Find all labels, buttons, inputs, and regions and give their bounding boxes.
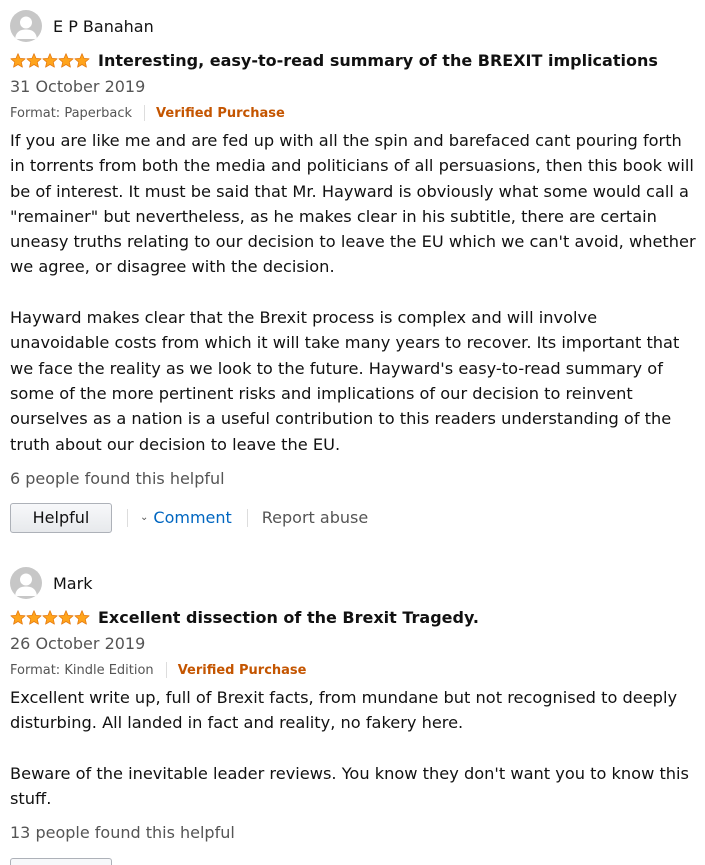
- star-icon: [42, 52, 58, 68]
- star-icon: [58, 609, 74, 625]
- helpful-count: 6 people found this helpful: [10, 468, 225, 488]
- divider: [165, 662, 167, 678]
- review-date: 31 October 2019: [10, 77, 146, 96]
- divider: [144, 105, 146, 121]
- format-row: Format: Kindle Edition Verified Purchase: [10, 657, 700, 683]
- format-link[interactable]: Format: Kindle Edition: [10, 663, 154, 678]
- review-date: 26 October 2019: [10, 634, 146, 653]
- reviewer-profile[interactable]: Mark: [10, 566, 700, 600]
- verified-purchase-badge: Verified Purchase: [156, 105, 285, 121]
- star-icon: [42, 609, 58, 625]
- review-paragraph: Hayward makes clear that the Brexit proc…: [10, 308, 680, 454]
- comment-label[interactable]: Comment: [153, 508, 231, 527]
- star-icon: [26, 609, 42, 625]
- star-rating[interactable]: [10, 609, 90, 625]
- avatar-icon: [10, 10, 42, 42]
- reviewer-name[interactable]: Mark: [53, 574, 92, 593]
- review-paragraph: If you are like me and are fed up with a…: [10, 131, 696, 277]
- helpful-count: 13 people found this helpful: [10, 823, 235, 843]
- divider: [246, 508, 248, 527]
- review-title[interactable]: Interesting, easy-to-read summary of the…: [98, 51, 658, 70]
- reviewer-name[interactable]: E P Banahan: [53, 17, 154, 36]
- star-icon: [10, 52, 26, 68]
- format-row: Format: Paperback Verified Purchase: [10, 100, 700, 126]
- review-paragraph: Excellent write up, full of Brexit facts…: [10, 688, 678, 733]
- star-icon: [26, 52, 42, 68]
- format-link[interactable]: Format: Paperback: [10, 106, 132, 121]
- review-body: If you are like me and are fed up with a…: [10, 128, 700, 457]
- avatar-icon: [10, 567, 42, 599]
- star-icon: [58, 52, 74, 68]
- review: E P Banahan Interesting, easy-to-read su…: [10, 9, 700, 533]
- helpful-button[interactable]: Helpful: [10, 502, 112, 533]
- review-title-row: Interesting, easy-to-read summary of the…: [10, 47, 700, 73]
- comment-link[interactable]: ⌄ Comment: [140, 508, 232, 527]
- review-title-row: Excellent dissection of the Brexit Trage…: [10, 604, 700, 630]
- review: Mark Excellent dissection of the Brexit …: [10, 566, 700, 845]
- divider: [127, 508, 128, 527]
- review-actions: Helpful ⌄ Comment Report abuse: [10, 502, 700, 533]
- star-icon: [10, 609, 26, 625]
- star-rating[interactable]: [10, 52, 90, 68]
- reviewer-profile[interactable]: E P Banahan: [10, 9, 700, 43]
- review-title[interactable]: Excellent dissection of the Brexit Trage…: [98, 608, 479, 627]
- star-icon: [74, 52, 90, 68]
- star-icon: [74, 609, 90, 625]
- report-abuse-link[interactable]: Report abuse: [262, 508, 368, 527]
- chevron-down-icon: ⌄: [140, 512, 149, 524]
- review-paragraph: Beware of the inevitable leader reviews.…: [10, 763, 689, 809]
- verified-purchase-badge: Verified Purchase: [177, 662, 307, 678]
- review-body: Excellent write up, full of Brexit facts…: [10, 685, 700, 811]
